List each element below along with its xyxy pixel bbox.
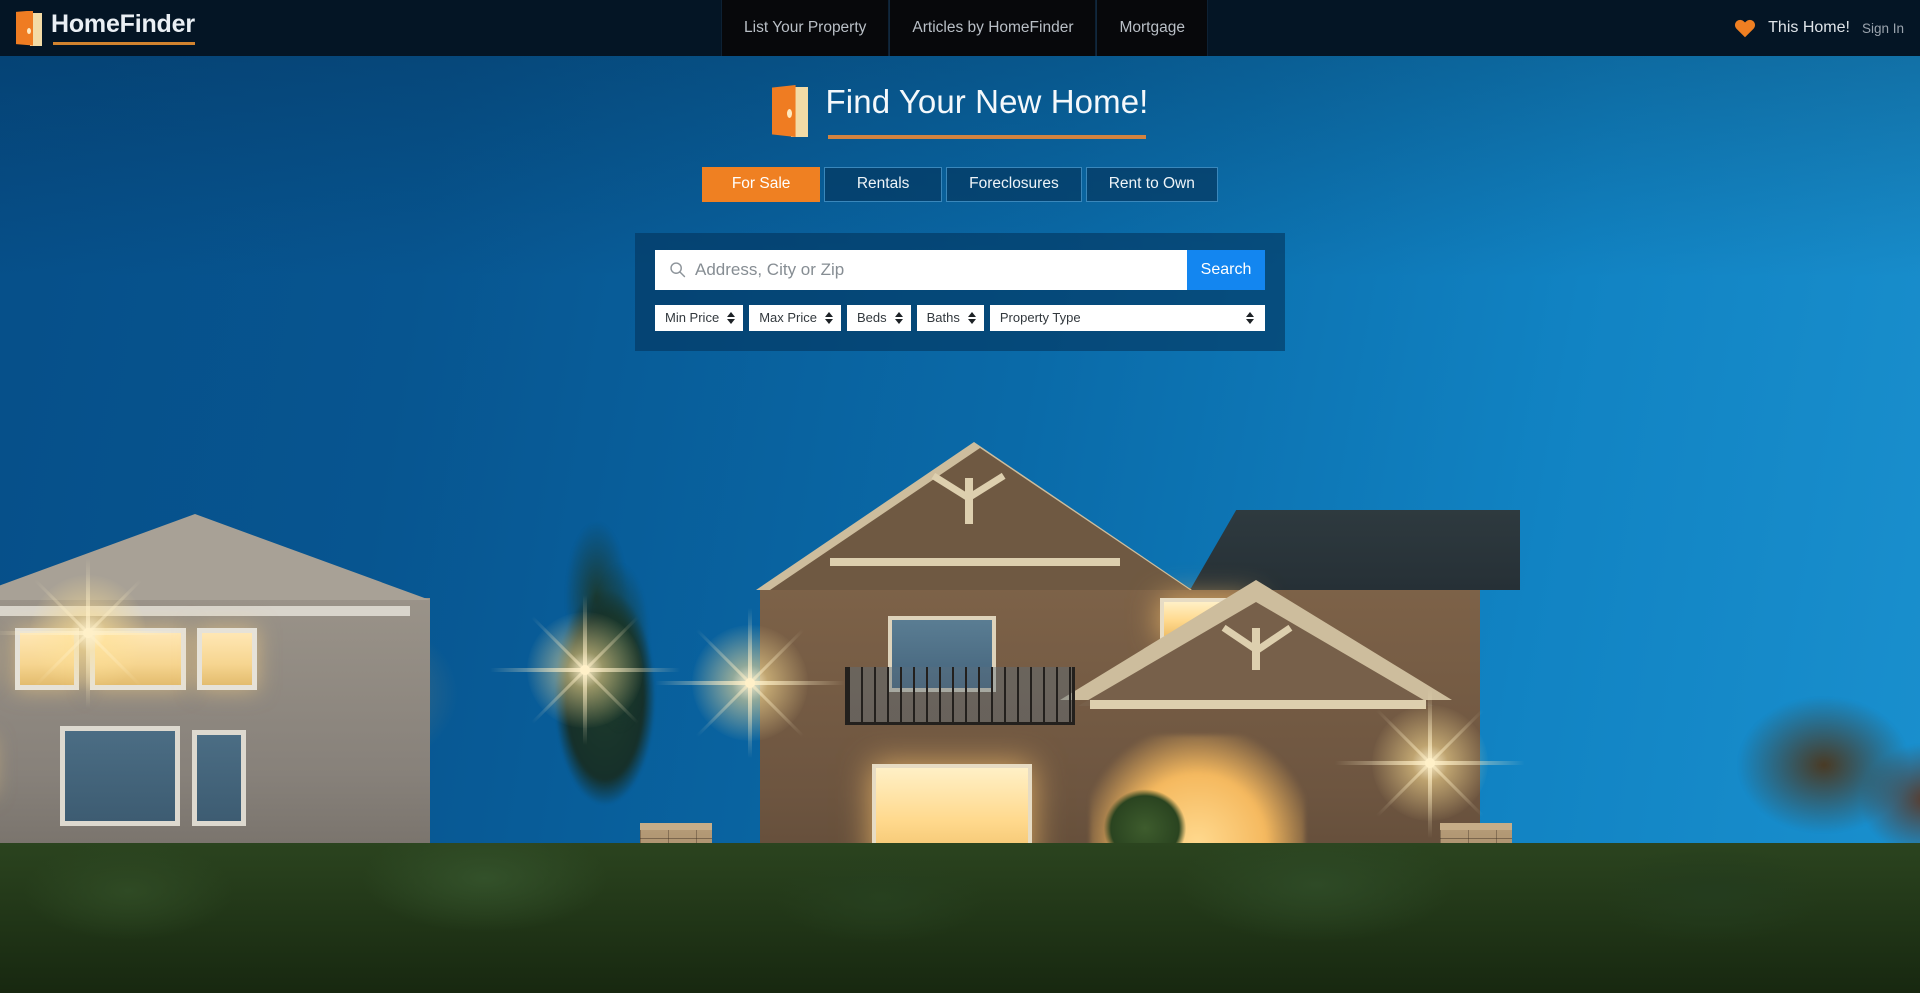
- filter-beds[interactable]: Beds: [846, 304, 911, 331]
- filter-label: Baths: [926, 310, 960, 326]
- filter-property-type[interactable]: Property Type: [989, 304, 1265, 331]
- window: [192, 730, 246, 826]
- door-icon: [16, 10, 42, 46]
- filter-baths[interactable]: Baths: [916, 304, 984, 331]
- brand-name: HomeFinder: [51, 11, 195, 45]
- light-flare: [530, 595, 640, 745]
- nav-articles-by-homefinder[interactable]: Articles by HomeFinder: [889, 0, 1097, 56]
- filter-label: Min Price: [665, 310, 720, 326]
- filter-row: Min Price Max Price Beds Baths Property …: [655, 304, 1265, 331]
- main-nav: List Your Property Articles by HomeFinde…: [721, 0, 1208, 56]
- porch-beam: [1090, 700, 1426, 709]
- search-row: Search: [655, 249, 1265, 290]
- hero-title-row: Find Your New Home!: [771, 83, 1149, 139]
- tab-foreclosures[interactable]: Foreclosures: [946, 166, 1082, 202]
- light-flare: [695, 608, 805, 758]
- search-category-tabs: For Sale Rentals Foreclosures Rent to Ow…: [702, 166, 1218, 202]
- light-flare: [1375, 688, 1485, 838]
- chevron-updown-icon: [824, 311, 833, 324]
- hedge-row: [0, 843, 1920, 993]
- hero-photo: [0, 370, 1920, 993]
- search-field[interactable]: [655, 249, 1187, 290]
- hip-roof: [1190, 510, 1520, 590]
- nav-list-your-property[interactable]: List Your Property: [721, 0, 890, 56]
- brand-logo[interactable]: HomeFinder: [0, 0, 195, 56]
- tab-rent-to-own[interactable]: Rent to Own: [1085, 166, 1218, 202]
- tab-for-sale[interactable]: For Sale: [702, 166, 821, 202]
- chevron-updown-icon: [1246, 311, 1254, 324]
- sign-in-link[interactable]: Sign In: [1862, 21, 1904, 36]
- page-title: Find Your New Home!: [826, 83, 1149, 139]
- search-icon: [670, 262, 686, 278]
- heart-icon[interactable]: [1734, 18, 1756, 38]
- nav-mortgage[interactable]: Mortgage: [1096, 0, 1208, 56]
- filter-max-price[interactable]: Max Price: [749, 304, 841, 331]
- main-roof: [770, 448, 1190, 590]
- chevron-updown-icon: [967, 311, 976, 324]
- page-root: HomeFinder List Your Property Articles b…: [0, 0, 1920, 993]
- top-navigation-bar: HomeFinder List Your Property Articles b…: [0, 0, 1920, 56]
- filter-min-price[interactable]: Min Price: [655, 304, 744, 331]
- nav-right-group: This Home! Sign In: [1734, 0, 1920, 56]
- filter-label: Property Type: [999, 310, 1081, 326]
- light-flare: [33, 558, 143, 708]
- search-panel: Search Min Price Max Price Beds Baths: [635, 232, 1285, 351]
- door-icon: [771, 84, 808, 137]
- filter-label: Beds: [856, 310, 887, 326]
- tab-rentals[interactable]: Rentals: [824, 166, 943, 202]
- hero-section: Find Your New Home! For Sale Rentals For…: [0, 56, 1920, 351]
- search-button[interactable]: Search: [1187, 249, 1265, 290]
- window: [60, 726, 180, 826]
- gable-beam: [830, 558, 1120, 566]
- balcony-railing: [845, 667, 1075, 725]
- favorites-label[interactable]: This Home!: [1768, 19, 1850, 37]
- filter-label: Max Price: [759, 310, 817, 326]
- chevron-updown-icon: [894, 311, 903, 324]
- chevron-updown-icon: [727, 311, 736, 324]
- search-input[interactable]: [695, 259, 1173, 280]
- window: [197, 628, 257, 690]
